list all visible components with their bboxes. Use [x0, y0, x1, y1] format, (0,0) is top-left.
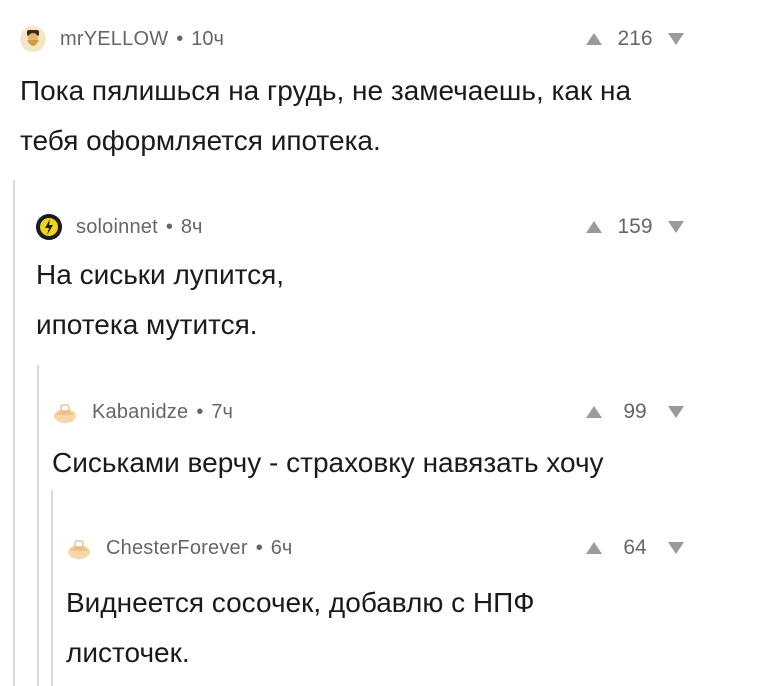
default-avatar-icon[interactable]: [52, 399, 78, 425]
vote-controls: 159: [586, 212, 684, 242]
vote-score: 64: [623, 536, 647, 559]
upvote-arrow-icon[interactable]: [586, 33, 602, 45]
thread-line-level-3[interactable]: [51, 490, 53, 686]
separator-dot: •: [176, 27, 184, 50]
comment-time: 8ч: [180, 215, 203, 238]
comment-time: 10ч: [191, 27, 224, 50]
separator-dot: •: [196, 400, 204, 423]
thread-line-level-2[interactable]: [37, 365, 39, 686]
vote-score: 159: [617, 215, 653, 238]
comment-text: Виднеется сосочек, добавлю с НПФ листоче…: [66, 587, 535, 668]
upvote-arrow-icon[interactable]: [586, 221, 602, 233]
downvote-arrow-icon[interactable]: [668, 406, 684, 418]
downvote-arrow-icon[interactable]: [668, 33, 684, 45]
downvote-arrow-icon[interactable]: [668, 542, 684, 554]
author-name[interactable]: soloinnet: [76, 216, 158, 239]
separator-dot: •: [255, 536, 263, 559]
comment-header: mrYELLOW • 10ч: [20, 24, 224, 54]
thread-line-level-1[interactable]: [13, 180, 15, 686]
author-name[interactable]: ChesterForever: [106, 537, 248, 560]
comment-time: 6ч: [270, 536, 293, 559]
vote-score: 99: [623, 400, 647, 423]
bearded-man-icon[interactable]: [20, 26, 46, 52]
author-name[interactable]: Kabanidze: [92, 401, 188, 424]
comment-header: ChesterForever • 6ч: [66, 533, 292, 563]
default-avatar-icon[interactable]: [66, 535, 92, 561]
author-name[interactable]: mrYELLOW: [60, 28, 168, 51]
upvote-arrow-icon[interactable]: [586, 542, 602, 554]
comment-header: Kabanidze • 7ч: [52, 397, 233, 427]
comment-text: Сиськами верчу - страховку навязать хочу: [52, 447, 604, 478]
vote-controls: 216: [586, 24, 684, 54]
lightning-emblem-icon[interactable]: [36, 214, 62, 240]
comment-header: soloinnet • 8ч: [36, 212, 202, 242]
vote-score: 216: [617, 27, 653, 50]
upvote-arrow-icon[interactable]: [586, 406, 602, 418]
comment-text: Пока пялишься на грудь, не замечаешь, ка…: [20, 75, 632, 156]
vote-controls: 99: [586, 397, 684, 427]
separator-dot: •: [165, 215, 173, 238]
comment-time: 7ч: [211, 400, 233, 423]
downvote-arrow-icon[interactable]: [668, 221, 684, 233]
vote-controls: 64: [586, 533, 684, 563]
comment-text: На сиськи лупится, ипотека мутится.: [36, 259, 285, 340]
